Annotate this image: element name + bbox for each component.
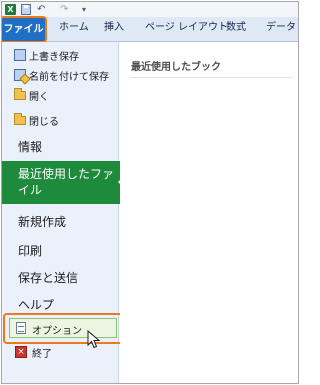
tab-insert[interactable]: 挿入 (104, 21, 124, 35)
ribbon-tabs: ファイル ホーム 挿入 ページ レイアウト 数式 データ (2, 16, 298, 43)
open-command[interactable]: 開く (2, 85, 119, 105)
backstage-nav: 上書き保存 名前を付けて保存 開く 閉じる 情報 最近使用したファイル 新規作成… (2, 42, 126, 383)
mouse-pointer-icon (87, 330, 101, 349)
tab-new-label: 新規作成 (18, 215, 67, 229)
close-command[interactable]: 閉じる (2, 110, 119, 130)
save-icon (14, 49, 26, 61)
tab-new[interactable]: 新規作成 (2, 212, 119, 234)
excel-window: X ↶ ▾ ↷ ▾ ▾ ファイル ホーム 挿入 ページ レイアウト 数式 データ… (1, 1, 299, 384)
tab-home[interactable]: ホーム (59, 21, 89, 35)
backstage-view: 上書き保存 名前を付けて保存 開く 閉じる 情報 最近使用したファイル 新規作成… (2, 42, 298, 383)
close-folder-icon (14, 113, 26, 125)
tab-print-label: 印刷 (18, 244, 43, 258)
save-as-icon (14, 69, 26, 81)
tab-recent[interactable]: 最近使用したファイル (2, 161, 126, 204)
save-label: 上書き保存 (29, 52, 79, 63)
redo-icon[interactable]: ↷ ▾ (60, 4, 74, 26)
open-folder-icon (14, 88, 26, 100)
recent-workbooks-heading: 最近使用したブック (131, 62, 221, 73)
open-label: 開く (29, 92, 49, 103)
tab-save-send[interactable]: 保存と送信 (2, 267, 119, 289)
tab-print[interactable]: 印刷 (2, 240, 119, 262)
file-tab-highlight (2, 16, 47, 43)
tab-recent-label: 最近使用したファイル (18, 167, 115, 197)
undo-icon[interactable]: ↶ ▾ (37, 4, 51, 26)
heading-divider (130, 77, 292, 78)
excel-icon[interactable]: X (5, 4, 16, 15)
quick-access-toolbar: X ↶ ▾ ↷ ▾ ▾ (2, 2, 298, 26)
exit-icon: × (15, 346, 27, 358)
recent-files-pane: 最近使用したブック (120, 42, 298, 383)
tab-help-label: ヘルプ (18, 298, 55, 312)
tab-save-send-label: 保存と送信 (18, 271, 79, 285)
tab-formulas[interactable]: 数式 (226, 21, 246, 35)
save-as-label: 名前を付けて保存 (29, 72, 109, 83)
tab-info-label: 情報 (18, 140, 43, 154)
customize-qat-icon[interactable]: ▾ (82, 4, 90, 15)
exit-label: 終了 (32, 349, 52, 360)
tab-data[interactable]: データ (266, 21, 296, 35)
close-label: 閉じる (29, 117, 59, 128)
save-command[interactable]: 上書き保存 (2, 45, 119, 65)
save-icon[interactable] (21, 4, 31, 15)
save-as-command[interactable]: 名前を付けて保存 (2, 65, 119, 85)
tab-page-layout[interactable]: ページ レイアウト (145, 21, 228, 35)
options-highlight (3, 313, 123, 344)
tab-info[interactable]: 情報 (2, 138, 119, 160)
